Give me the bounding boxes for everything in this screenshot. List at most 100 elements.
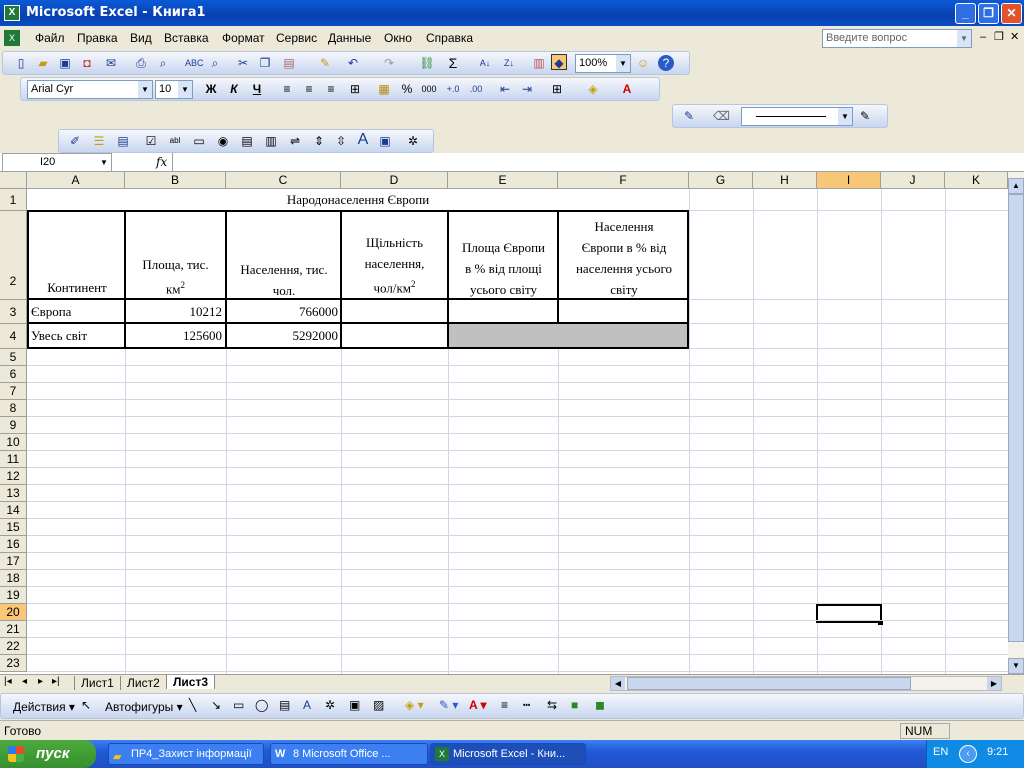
row-header-3[interactable]: 3: [0, 300, 27, 324]
fill-color-icon[interactable]: ◈: [585, 81, 601, 97]
row-header-2[interactable]: 2: [0, 211, 27, 300]
column-header-f[interactable]: F: [558, 172, 689, 189]
line-style-combo[interactable]: ▼: [741, 107, 853, 126]
spin-button-icon[interactable]: ⇕: [311, 133, 327, 149]
formula-input[interactable]: [172, 153, 1022, 171]
new-document-icon[interactable]: ▯: [13, 55, 29, 71]
spelling-icon[interactable]: ABC: [185, 55, 204, 71]
doc-restore-button[interactable]: ❐: [994, 30, 1004, 43]
scroll-left-icon[interactable]: ◀: [611, 677, 625, 690]
row-header-13[interactable]: 13: [0, 485, 27, 502]
underline-button[interactable]: Ч: [249, 81, 265, 97]
italic-button[interactable]: К: [226, 81, 242, 97]
fill-color-icon[interactable]: ◈ ▾: [405, 698, 424, 712]
row-header-9[interactable]: 9: [0, 417, 27, 434]
chevron-down-icon[interactable]: ▼: [957, 30, 971, 47]
chevron-down-icon[interactable]: ▼: [178, 81, 192, 98]
table-cell-continent[interactable]: Європа: [31, 304, 123, 320]
print-icon[interactable]: ⎙: [133, 55, 149, 71]
properties-icon[interactable]: ☰: [91, 133, 107, 149]
cut-icon[interactable]: ✂: [235, 55, 251, 71]
design-mode-icon[interactable]: ✐: [67, 133, 83, 149]
command-button-icon[interactable]: ▭: [191, 133, 207, 149]
header-population[interactable]: Населення, тис. чол.: [228, 259, 340, 301]
bold-button[interactable]: Ж: [203, 81, 219, 97]
actions-menu[interactable]: Действия ▾: [13, 700, 75, 714]
shadow-icon[interactable]: ■: [571, 698, 578, 712]
next-sheet-icon[interactable]: ▸: [38, 676, 43, 687]
borders-icon[interactable]: ⊞: [549, 81, 565, 97]
chevron-down-icon[interactable]: ▼: [616, 55, 630, 72]
help-question-box[interactable]: Введите вопрос ▼: [822, 29, 972, 48]
horizontal-scrollbar[interactable]: ◀ ▶: [610, 676, 1002, 691]
copy-icon[interactable]: ❐: [257, 55, 273, 71]
table-cell-continent[interactable]: Увесь світ: [31, 328, 123, 344]
row-header-19[interactable]: 19: [0, 587, 27, 604]
menu-data[interactable]: Данные: [328, 31, 371, 45]
toggle-button-icon[interactable]: ⇌: [287, 133, 303, 149]
row-header-22[interactable]: 22: [0, 638, 27, 655]
h-scroll-thumb[interactable]: [627, 677, 911, 690]
header-europe-area-percent[interactable]: Площа Європи в % від площі усього світу: [450, 237, 557, 300]
smiley-icon[interactable]: ☺: [635, 55, 651, 71]
image-icon[interactable]: ▣: [377, 133, 393, 149]
menu-file[interactable]: Файл: [35, 31, 65, 45]
edit-icon[interactable]: ✎: [681, 108, 697, 124]
scroll-up-icon[interactable]: ▲: [1008, 178, 1024, 194]
restore-button[interactable]: ❐: [978, 3, 999, 24]
row-header-15[interactable]: 15: [0, 519, 27, 536]
column-header-h[interactable]: H: [753, 172, 817, 189]
align-center-icon[interactable]: ≡: [301, 81, 317, 97]
table-title[interactable]: Народонаселення Європи: [27, 189, 689, 210]
taskbar-item-excel-active[interactable]: X Microsoft Excel - Кни...: [430, 743, 586, 765]
oval-icon[interactable]: ◯: [255, 698, 268, 712]
permission-icon[interactable]: ◘: [79, 55, 95, 71]
menu-format[interactable]: Формат: [222, 31, 265, 45]
doc-close-button[interactable]: ✕: [1010, 30, 1019, 43]
header-density[interactable]: Щільність населення, чол/км2: [343, 232, 446, 298]
table-cell-population[interactable]: 5292000: [228, 328, 339, 344]
column-header-i[interactable]: I: [817, 172, 881, 189]
merge-center-icon[interactable]: ⊞: [347, 81, 363, 97]
sheet-tab-2[interactable]: Лист2: [120, 676, 166, 690]
clip-art-icon[interactable]: ▣: [349, 698, 360, 712]
line-icon[interactable]: ╲: [189, 698, 196, 712]
function-icon[interactable]: fx: [156, 155, 167, 169]
scrollbar-icon[interactable]: ⇳: [333, 133, 349, 149]
row-header-11[interactable]: 11: [0, 451, 27, 468]
scroll-thumb[interactable]: [1008, 194, 1024, 642]
decrease-decimal-icon[interactable]: .00: [468, 81, 484, 97]
start-button[interactable]: пуск: [0, 740, 96, 768]
zoom-combo[interactable]: 100% ▼: [575, 54, 631, 73]
row-header-21[interactable]: 21: [0, 621, 27, 638]
name-box[interactable]: I20 ▼: [2, 153, 112, 172]
arrow-style-icon[interactable]: ⇆: [547, 698, 557, 712]
font-color-icon[interactable]: A ▾: [469, 698, 487, 712]
chevron-down-icon[interactable]: ▼: [838, 108, 852, 125]
hyperlink-icon[interactable]: ⛓: [419, 55, 435, 71]
chevron-down-icon[interactable]: ▼: [97, 154, 111, 171]
textbox-icon[interactable]: abl: [167, 133, 183, 149]
research-icon[interactable]: ⌕: [207, 55, 223, 71]
menu-view[interactable]: Вид: [130, 31, 152, 45]
spreadsheet-grid[interactable]: A B C D E F G H I J K 1 2 3 4 Народонасе…: [0, 172, 1008, 674]
header-continent[interactable]: Континент: [31, 280, 123, 296]
checkbox-icon[interactable]: ☑: [143, 133, 159, 149]
text-box-icon[interactable]: ▤: [279, 698, 290, 712]
sort-ascending-icon[interactable]: A↓: [477, 55, 493, 71]
eraser-icon[interactable]: ⌫: [713, 108, 730, 124]
prev-sheet-icon[interactable]: ◂: [22, 676, 27, 687]
line-color-icon[interactable]: ✎ ▾: [439, 698, 458, 712]
column-header-c[interactable]: C: [226, 172, 341, 189]
taskbar-item-word[interactable]: W8 Microsoft Office ...: [270, 743, 428, 765]
menu-window[interactable]: Окно: [384, 31, 412, 45]
taskbar-item-folder[interactable]: ▰ ПР4_Захист інформації: [108, 743, 264, 765]
redo-icon[interactable]: ↷: [381, 55, 397, 71]
help-icon[interactable]: ?: [658, 55, 674, 71]
sheet-tab-3-active[interactable]: Лист3: [166, 675, 216, 689]
column-header-b[interactable]: B: [125, 172, 226, 189]
percent-button[interactable]: %: [399, 81, 415, 97]
column-header-j[interactable]: J: [881, 172, 945, 189]
first-sheet-icon[interactable]: |◂: [4, 676, 12, 687]
dash-style-icon[interactable]: ┅: [523, 698, 530, 712]
